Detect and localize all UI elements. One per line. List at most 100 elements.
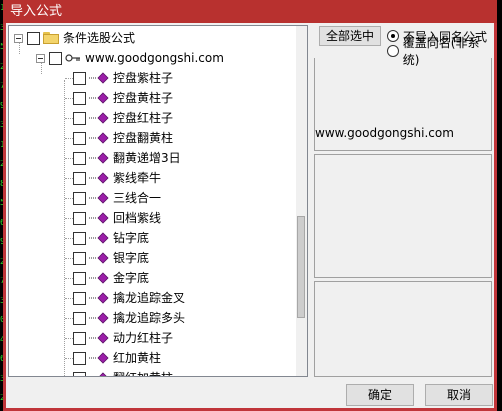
tree-item[interactable]: 控盘翻黄柱	[73, 128, 173, 148]
ok-button[interactable]: 确定	[346, 384, 414, 406]
item-checkbox[interactable]	[73, 151, 86, 165]
formula-icon	[89, 272, 109, 284]
item-checkbox[interactable]	[73, 271, 86, 285]
radio-no-import[interactable]	[387, 30, 399, 42]
item-checkbox[interactable]	[73, 231, 86, 245]
formula-icon	[89, 252, 109, 264]
tree-line	[65, 178, 73, 179]
item-checkbox[interactable]	[73, 211, 86, 225]
tree-item[interactable]: 回档紫线	[73, 208, 161, 228]
tree-line	[65, 78, 73, 79]
tree-line	[65, 138, 73, 139]
tree-item[interactable]: 动力红柱子	[73, 328, 173, 348]
item-checkbox[interactable]	[73, 91, 86, 105]
item-checkbox[interactable]	[73, 71, 86, 85]
formula-icon	[89, 212, 109, 224]
formula-tree[interactable]: 条件选股公式 www.goodgongshi.com 控盘紫柱子控盘黄柱子控盘红…	[8, 25, 308, 377]
item-label: 动力红柱子	[113, 331, 174, 345]
item-checkbox[interactable]	[73, 191, 86, 205]
dialog-title[interactable]: 导入公式	[3, 0, 497, 23]
formula-icon	[89, 92, 109, 104]
button-bar	[6, 378, 494, 408]
item-checkbox[interactable]	[73, 371, 86, 376]
item-label: 翻红加黄柱	[113, 368, 173, 376]
formula-icon	[89, 332, 109, 344]
formula-icon	[89, 352, 109, 364]
formula-icon	[89, 172, 109, 184]
import-formula-dialog: 导入公式 条件选股公式 www.goodgongshi.com 控盘紫柱子 控盘…	[3, 0, 497, 411]
tree-item[interactable]: 三线合一	[73, 188, 161, 208]
tree-scrollbar[interactable]	[296, 26, 307, 376]
item-checkbox[interactable]	[73, 331, 86, 345]
formula-icon	[89, 112, 109, 124]
collapse-icon[interactable]	[14, 33, 23, 43]
item-label: 擒龙追踪多头	[113, 311, 186, 325]
tree-item[interactable]: 控盘红柱子	[73, 108, 173, 128]
tree-item[interactable]: 控盘黄柱子	[73, 88, 173, 108]
item-label: 钻字底	[113, 231, 150, 245]
info-panel-middle	[314, 154, 492, 278]
formula-icon	[99, 372, 107, 376]
tree-line	[65, 98, 73, 99]
site-node-label: www.goodgongshi.com	[85, 51, 224, 65]
item-label: 紫线牵牛	[113, 171, 162, 185]
tree-item[interactable]: 银字底	[73, 248, 149, 268]
root-checkbox[interactable]	[27, 31, 40, 45]
radio-overwrite-option[interactable]: 覆盖同名(非系统)	[387, 36, 494, 67]
item-label: 三线合一	[113, 191, 162, 205]
item-label: 控盘翻黄柱	[113, 131, 174, 145]
formula-icon	[89, 72, 109, 84]
tree-item[interactable]: 金字底	[73, 268, 149, 288]
dialog-client: 条件选股公式 www.goodgongshi.com 控盘紫柱子控盘黄柱子控盘红…	[6, 23, 494, 408]
item-checkbox[interactable]	[73, 311, 86, 325]
info-site-text: www.goodgongshi.com	[315, 126, 454, 140]
site-checkbox[interactable]	[49, 51, 62, 65]
tree-line	[65, 278, 73, 279]
tree-line	[65, 318, 73, 319]
radio-overwrite[interactable]	[387, 45, 399, 57]
tree-line	[65, 298, 73, 299]
tree-line	[64, 80, 65, 376]
cancel-button[interactable]: 取消	[425, 384, 493, 406]
item-checkbox[interactable]	[73, 131, 86, 145]
item-label: 回档紫线	[113, 211, 162, 225]
tree-line	[65, 258, 73, 259]
folder-icon	[43, 32, 59, 44]
item-checkbox[interactable]	[73, 351, 86, 365]
tree-item[interactable]: 钻字底	[73, 228, 149, 248]
item-checkbox[interactable]	[73, 251, 86, 265]
item-label: 红加黄柱	[113, 351, 162, 365]
formula-icon	[89, 152, 109, 164]
tree-item[interactable]: 紫线牵牛	[73, 168, 161, 188]
tree-line	[65, 338, 73, 339]
tree-item[interactable]: 翻红加黄柱	[73, 368, 173, 376]
root-label: 条件选股公式	[63, 31, 136, 45]
tree-line	[65, 358, 73, 359]
item-checkbox[interactable]	[73, 171, 86, 185]
collapse-icon[interactable]	[36, 53, 45, 63]
item-checkbox[interactable]	[73, 291, 86, 305]
item-label: 控盘红柱子	[113, 111, 174, 125]
formula-icon	[89, 232, 109, 244]
tree-item[interactable]: 擒龙追踪金叉	[73, 288, 185, 308]
tree-item[interactable]: 控盘紫柱子	[73, 68, 173, 88]
item-checkbox[interactable]	[73, 111, 86, 125]
item-label: 银字底	[113, 251, 150, 265]
tree-line	[65, 218, 73, 219]
item-label: 控盘黄柱子	[113, 91, 174, 105]
tree-line	[65, 198, 73, 199]
scroll-thumb[interactable]	[297, 216, 305, 318]
tree-root-node[interactable]: 条件选股公式	[14, 28, 135, 48]
info-panel-bottom	[314, 281, 492, 377]
tree-item[interactable]: 翻黄递增3日	[73, 148, 181, 168]
item-label: 控盘紫柱子	[113, 71, 174, 85]
formula-icon	[89, 292, 109, 304]
tree-item[interactable]: 红加黄柱	[73, 348, 161, 368]
item-label: 擒龙追踪金叉	[113, 291, 186, 305]
tree-item[interactable]: 擒龙追踪多头	[73, 308, 185, 328]
tree-site-node[interactable]: www.goodgongshi.com	[36, 48, 224, 68]
select-all-button[interactable]: 全部选中	[319, 26, 381, 46]
tree-line	[65, 158, 73, 159]
formula-icon	[89, 312, 109, 324]
item-label: 金字底	[113, 271, 150, 285]
